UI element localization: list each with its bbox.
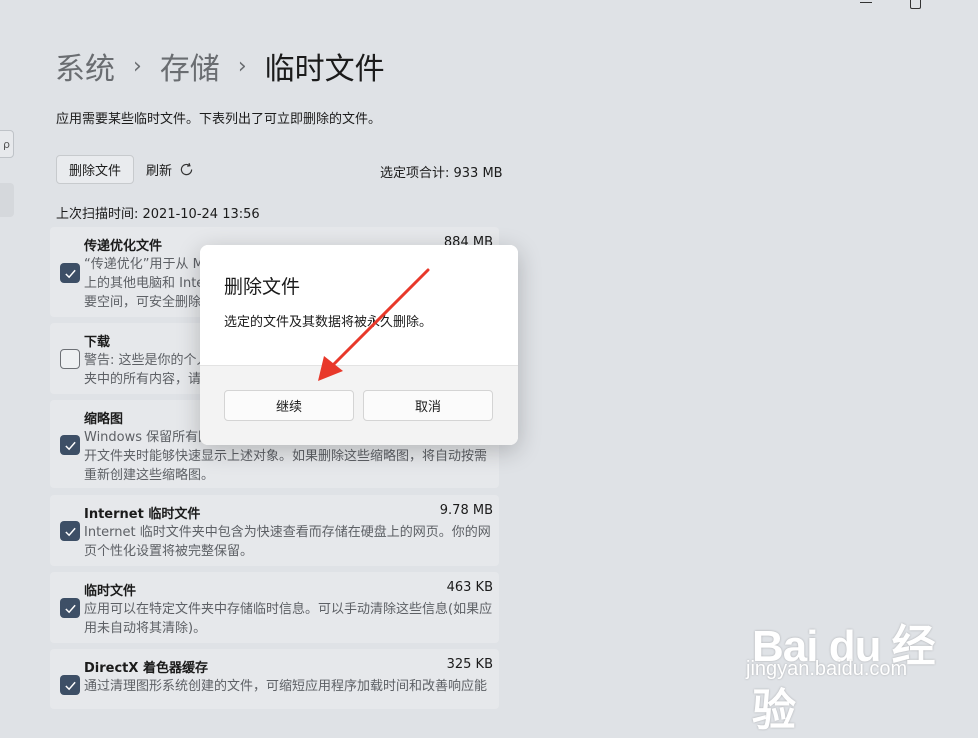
page-description: 应用需要某些临时文件。下表列出了可立即删除的文件。 xyxy=(56,112,382,127)
refresh-button[interactable]: 刷新 xyxy=(146,160,195,179)
item-title: Internet 临时文件 xyxy=(84,507,201,522)
item-title: DirectX 着色器缓存 xyxy=(84,661,208,676)
item-title: 缩略图 xyxy=(84,412,124,427)
list-item: 临时文件 463 KB 应用可以在特定文件夹中存储临时信息。可以手动清除这些信息… xyxy=(50,572,499,643)
refresh-icon xyxy=(180,162,193,176)
refresh-label: 刷新 xyxy=(146,164,173,179)
item-title: 下载 xyxy=(84,335,111,350)
checkbox[interactable] xyxy=(60,349,80,369)
checkbox[interactable] xyxy=(60,521,80,541)
delete-files-button[interactable]: 删除文件 xyxy=(56,155,134,184)
baidu-watermark: Bai du 经验 jingyan.baidu.com xyxy=(746,596,972,735)
cancel-button[interactable]: 取消 xyxy=(363,390,493,421)
checkmark-icon xyxy=(64,527,76,536)
breadcrumb-separator-icon: › xyxy=(237,53,247,79)
item-size: 9.78 MB xyxy=(439,503,493,518)
checkmark-icon xyxy=(64,681,76,690)
list-item: Internet 临时文件 9.78 MB Internet 临时文件夹中包含为… xyxy=(50,495,499,566)
checkbox[interactable] xyxy=(60,263,80,283)
item-size: 463 KB xyxy=(446,580,493,595)
delete-confirm-dialog: 删除文件 选定的文件及其数据将被永久删除。 继续 取消 xyxy=(200,245,518,445)
list-item: DirectX 着色器缓存 325 KB 通过清理图形系统创建的文件，可缩短应用… xyxy=(50,649,499,709)
item-description: 通过清理图形系统创建的文件，可缩短应用程序加载时间和改善响应能力。 xyxy=(84,679,488,694)
breadcrumb-system[interactable]: 系统 xyxy=(55,44,115,88)
watermark-url: jingyan.baidu.com xyxy=(746,658,908,680)
last-scan-time: 上次扫描时间: 2021-10-24 13:56 xyxy=(56,207,260,222)
item-size: 325 KB xyxy=(446,657,493,672)
checkmark-icon xyxy=(64,269,76,278)
continue-button[interactable]: 继续 xyxy=(224,390,354,421)
item-description: Internet 临时文件夹中包含为快速查看而存储在硬盘上的网页。你的网页个性化… xyxy=(84,525,491,559)
breadcrumb-separator-icon: › xyxy=(133,53,142,79)
minimize-icon[interactable] xyxy=(860,2,872,3)
item-description: 应用可以在特定文件夹中存储临时信息。可以手动清除这些信息(如果应用未自动将其清除… xyxy=(84,602,493,636)
breadcrumb: 系统 › 存储 › 临时文件 xyxy=(55,44,385,88)
item-title: 临时文件 xyxy=(84,584,137,599)
selected-total: 选定项合计: 933 MB xyxy=(380,166,503,181)
breadcrumb-storage[interactable]: 存储 xyxy=(160,44,220,88)
checkmark-icon xyxy=(64,441,76,450)
search-box-edge[interactable]: ρ xyxy=(0,130,14,158)
checkbox[interactable] xyxy=(60,435,80,455)
dialog-message: 选定的文件及其数据将被永久删除。 xyxy=(224,315,433,330)
dialog-content xyxy=(200,245,518,365)
checkbox[interactable] xyxy=(60,675,80,695)
maximize-icon[interactable] xyxy=(910,0,921,9)
checkmark-icon xyxy=(64,604,76,613)
nav-item-edge[interactable] xyxy=(0,183,14,217)
checkbox[interactable] xyxy=(60,598,80,618)
dialog-title: 删除文件 xyxy=(224,276,301,298)
item-title: 传递优化文件 xyxy=(84,239,163,254)
page-title: 临时文件 xyxy=(264,52,385,87)
